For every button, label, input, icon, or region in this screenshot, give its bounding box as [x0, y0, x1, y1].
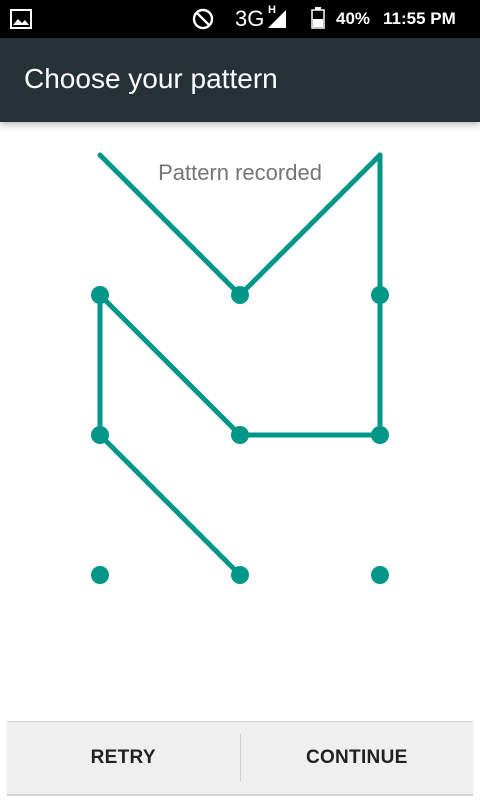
pattern-dot[interactable] — [91, 426, 109, 444]
pattern-line — [97, 152, 243, 298]
pattern-dot[interactable] — [91, 566, 109, 584]
pattern-dot[interactable] — [231, 426, 249, 444]
pattern-line — [237, 152, 383, 298]
retry-button[interactable]: RETRY — [7, 722, 240, 794]
pattern-dot[interactable] — [231, 566, 249, 584]
continue-button[interactable]: CONTINUE — [241, 722, 474, 794]
pattern-dot[interactable] — [371, 426, 389, 444]
pattern-lock-grid[interactable] — [0, 0, 480, 800]
pattern-dot[interactable] — [371, 566, 389, 584]
pattern-dot[interactable] — [91, 286, 109, 304]
pattern-dot[interactable] — [371, 286, 389, 304]
pattern-dot[interactable] — [231, 286, 249, 304]
pattern-line — [97, 432, 243, 578]
footer-button-bar: RETRY CONTINUE — [7, 721, 473, 796]
pattern-line — [97, 292, 243, 438]
